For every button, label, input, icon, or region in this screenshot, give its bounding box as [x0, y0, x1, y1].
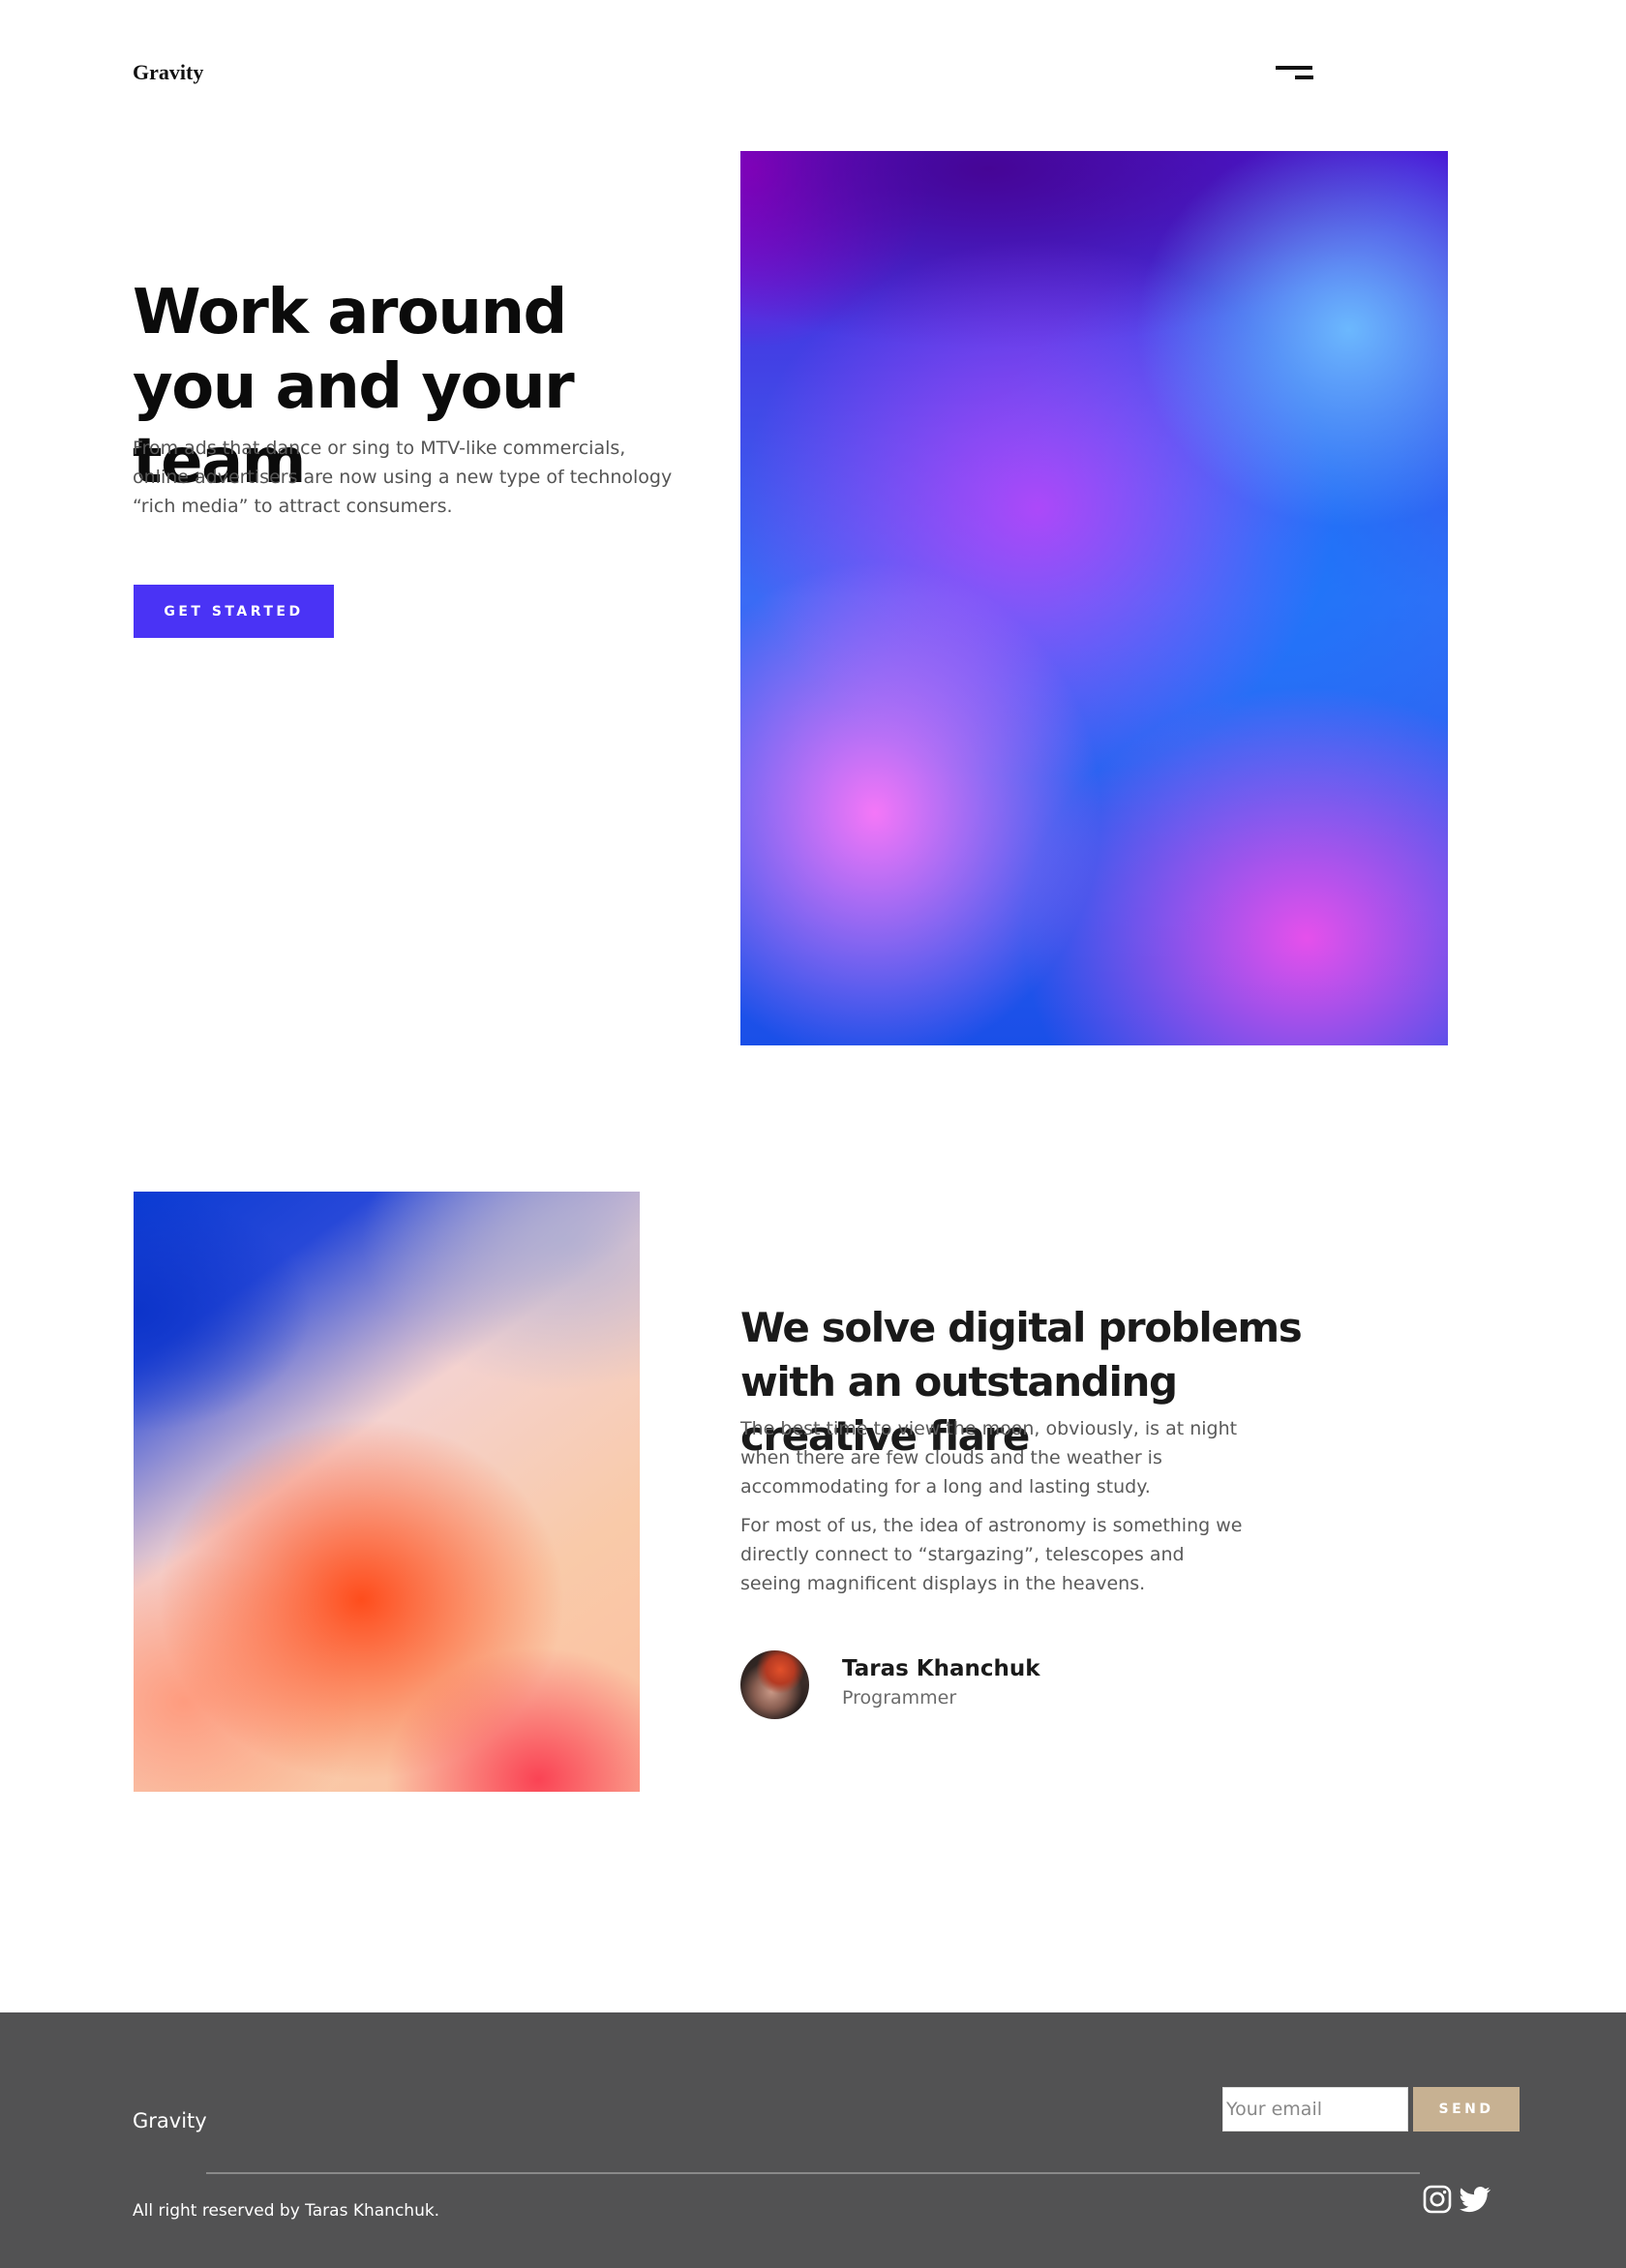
author-role: Programmer — [842, 1687, 957, 1709]
copyright-text: All right reserved by Taras Khanchuk. — [133, 2201, 440, 2221]
feature-paragraph-1: The best time to view the moon, obviousl… — [740, 1418, 1238, 1497]
send-button[interactable]: SEND — [1413, 2087, 1520, 2132]
author-avatar — [740, 1650, 809, 1719]
instagram-icon[interactable] — [1422, 2184, 1453, 2215]
hero-gradient-image — [740, 151, 1448, 1045]
author-name: Taras Khanchuk — [842, 1656, 1040, 1681]
feature-gradient-image — [134, 1192, 640, 1792]
menu-icon[interactable] — [1276, 66, 1316, 81]
get-started-button[interactable]: GET STARTED — [134, 585, 334, 638]
site-logo[interactable]: Gravity — [133, 60, 203, 85]
email-input[interactable] — [1222, 2087, 1408, 2132]
footer-divider — [206, 2172, 1420, 2174]
feature-paragraph-2: For most of us, the idea of astronomy is… — [740, 1515, 1243, 1594]
footer — [0, 2012, 1626, 2268]
footer-logo[interactable]: Gravity — [133, 2109, 207, 2132]
hero-description: From ads that dance or sing to MTV-like … — [133, 438, 673, 517]
twitter-icon[interactable] — [1460, 2184, 1490, 2215]
